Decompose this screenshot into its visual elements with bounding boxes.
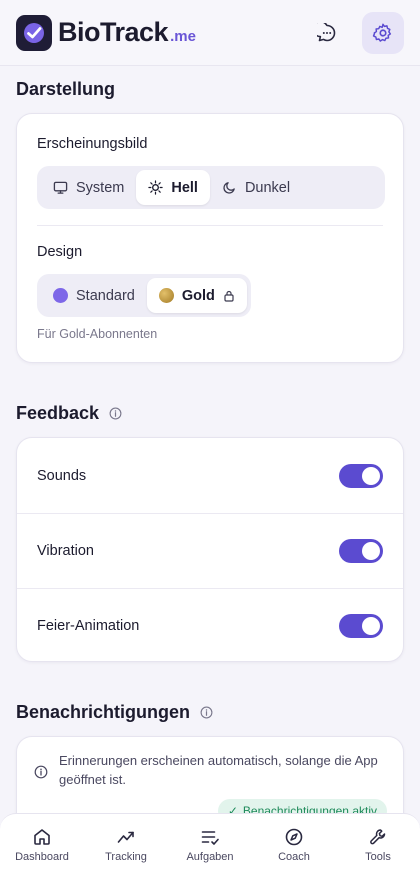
- nav-tools[interactable]: Tools: [338, 827, 418, 863]
- appearance-label: Erscheinungsbild: [37, 136, 148, 152]
- sun-icon: [148, 180, 164, 195]
- info-icon: [34, 765, 48, 779]
- home-icon: [34, 828, 50, 845]
- brand-suffix: .me: [170, 28, 196, 45]
- nav-label: Coach: [278, 850, 310, 863]
- nav-coach[interactable]: Coach: [254, 827, 334, 863]
- trend-icon: [117, 831, 134, 843]
- design-option-standard[interactable]: Standard: [41, 278, 147, 313]
- gold-color-dot: [158, 288, 174, 303]
- feedback-title: Feedback: [16, 403, 100, 423]
- section-title-feedback: Feedback: [16, 403, 122, 424]
- compass-icon: [285, 828, 303, 845]
- monitor-icon: [53, 181, 68, 194]
- settings-icon: [372, 23, 392, 42]
- design-option-label: Gold: [181, 287, 215, 304]
- appearance-option-label: Hell: [171, 179, 198, 196]
- chat-icon: [317, 22, 336, 41]
- standard-color-dot: [53, 288, 68, 303]
- section-title-darstellung: Darstellung: [16, 79, 115, 100]
- feedback-row-sounds: Sounds: [17, 438, 403, 513]
- section-title-notifications: Benachrichtigungen: [16, 702, 213, 723]
- design-hint: Für Gold-Abonnenten: [37, 327, 158, 341]
- vibration-toggle[interactable]: [339, 539, 383, 563]
- logo-icon: [16, 14, 52, 51]
- feedback-card: Sounds Vibration Feier-Animation: [16, 437, 404, 662]
- settings-button[interactable]: [362, 11, 404, 54]
- nav-label: Dashboard: [15, 850, 69, 863]
- divider: [37, 225, 383, 226]
- design-option-gold[interactable]: Gold: [146, 278, 247, 313]
- row-label: Feier-Animation: [37, 618, 140, 634]
- nav-aufgaben[interactable]: Aufgaben: [170, 827, 250, 863]
- feedback-row-vibration: Vibration: [17, 513, 403, 588]
- feier-animation-toggle[interactable]: [339, 614, 383, 638]
- bottom-navigation: Dashboard Tracking Aufgaben Coach Tools: [0, 813, 420, 875]
- nav-dashboard[interactable]: Dashboard: [2, 827, 82, 863]
- design-option-label: Standard: [76, 287, 135, 304]
- row-label: Vibration: [37, 543, 94, 559]
- notifications-title: Benachrichtigungen: [16, 702, 191, 722]
- row-label: Sounds: [37, 467, 87, 484]
- sounds-toggle[interactable]: [339, 463, 383, 488]
- appearance-option-label: Dunkel: [244, 179, 291, 196]
- app-header: BioTrack .me: [0, 0, 420, 66]
- nav-label: Aufgaben: [186, 850, 234, 863]
- appearance-option-hell[interactable]: Hell: [136, 170, 210, 205]
- notifications-info-text: Erinnerungen erscheinen automatisch, sol…: [59, 753, 378, 787]
- chat-button[interactable]: [306, 12, 348, 54]
- brand-logotype: BioTrack .me: [58, 17, 196, 48]
- appearance-card: Erscheinungsbild System Hell Dunkel Desi…: [16, 113, 404, 363]
- feedback-row-feier-animation: Feier-Animation: [17, 588, 403, 663]
- brand-name: BioTrack: [58, 17, 169, 47]
- appearance-option-dunkel[interactable]: Dunkel: [210, 170, 302, 205]
- info-icon[interactable]: [200, 706, 213, 719]
- design-segmented-control: Standard Gold: [37, 274, 251, 317]
- darstellung-title: Darstellung: [16, 79, 116, 99]
- appearance-segmented-control: System Hell Dunkel: [37, 166, 385, 209]
- task-list-icon: [201, 830, 219, 845]
- nav-label: Tracking: [105, 850, 147, 863]
- appearance-option-label: System: [76, 179, 125, 196]
- design-label: Design: [37, 244, 83, 260]
- nav-label: Tools: [365, 850, 391, 863]
- info-icon[interactable]: [109, 407, 122, 420]
- moon-icon: [223, 182, 235, 194]
- appearance-option-system[interactable]: System: [41, 170, 136, 205]
- wrench-icon: [370, 828, 386, 844]
- nav-tracking[interactable]: Tracking: [86, 827, 166, 863]
- lock-icon: [224, 290, 234, 302]
